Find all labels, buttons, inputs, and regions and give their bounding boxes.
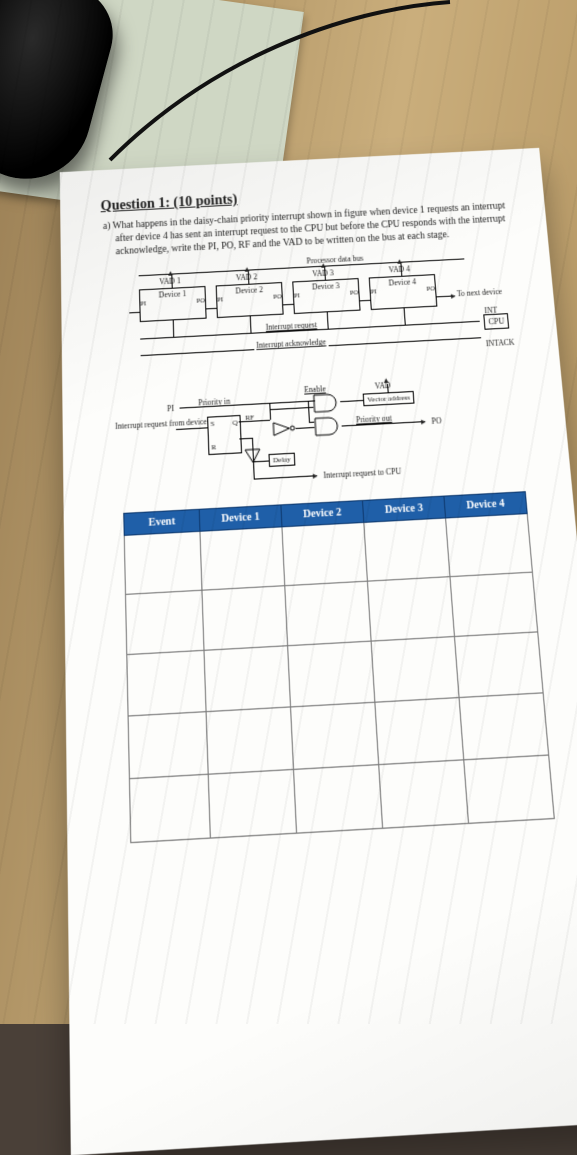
device2-label: Device 2 <box>217 285 282 297</box>
header-device4: Device 4 <box>444 492 527 518</box>
int-ack-label: Interrupt acknowledge <box>254 337 328 350</box>
int-req-label: Interrupt request <box>263 320 319 332</box>
delay-box: Delay <box>268 453 295 467</box>
device1-label: Device 1 <box>140 289 205 301</box>
vad3-label: VAD 3 <box>312 269 334 279</box>
table-row <box>124 514 532 595</box>
exam-sheet: Question 1: (10 points) a) What happens … <box>60 148 577 1155</box>
pi-pin: PI <box>140 301 146 308</box>
irq-cpu-label: Interrupt request to CPU <box>323 467 402 481</box>
table-row <box>127 632 543 716</box>
question-text: a) What happens in the daisy-chain prior… <box>115 200 519 259</box>
device4-box: Device 4 PI PO <box>369 275 438 311</box>
device2-box: Device 2 PI PO <box>216 282 284 318</box>
open-collector-gate <box>244 448 261 464</box>
priority-in-label: Priority in <box>198 397 230 408</box>
pi-label: PI <box>167 404 174 414</box>
po-label: PO <box>431 416 442 426</box>
rf-label: RF <box>245 414 254 423</box>
inverter-gate <box>272 421 296 437</box>
question-heading: Question 1: (10 points) <box>100 178 515 215</box>
computer-mouse <box>0 0 124 193</box>
header-device2: Device 2 <box>281 501 364 527</box>
logic-diagram: PI Priority in Interrupt request from de… <box>167 383 498 502</box>
vad4-label: VAD 4 <box>388 265 410 275</box>
green-paper <box>0 0 304 230</box>
vad-label: VAD <box>374 381 391 391</box>
and-gate-enable <box>313 393 341 413</box>
cpu-box: CPU <box>484 314 509 331</box>
table-row <box>129 756 554 844</box>
vad1-label: VAD 1 <box>159 277 181 287</box>
po-pin: PO <box>196 298 205 306</box>
int-label: INT <box>484 306 498 316</box>
priority-out-label: Priority out <box>356 414 393 425</box>
header-event: Event <box>124 510 200 536</box>
vector-address-box: Vector address <box>363 391 415 406</box>
mouse-cable <box>90 0 470 170</box>
device4-label: Device 4 <box>370 277 435 289</box>
bus-label: Processor data bus <box>306 254 363 266</box>
device3-label: Device 3 <box>293 281 358 293</box>
answer-table: Event Device 1 Device 2 Device 3 Device … <box>123 492 555 844</box>
header-device1: Device 1 <box>199 505 282 531</box>
to-next-label: To next device <box>457 287 503 298</box>
desk-surface: Question 1: (10 points) a) What happens … <box>0 0 577 1024</box>
table-row <box>128 693 549 779</box>
flip-flop: S Q R RF <box>207 415 242 455</box>
enable-label: Enable <box>304 384 326 395</box>
daisy-chain-diagram: Processor data bus VAD 1 VAD 2 VAD 3 VAD… <box>128 249 504 391</box>
header-device3: Device 3 <box>362 497 445 523</box>
device1-box: Device 1 PI PO <box>139 286 207 322</box>
table-row <box>126 573 538 655</box>
table-header-row: Event Device 1 Device 2 Device 3 Device … <box>124 492 527 536</box>
vad2-label: VAD 2 <box>236 273 258 283</box>
int-req-from-label: Interrupt request from device <box>115 419 173 432</box>
device3-box: Device 3 PI PO <box>292 278 360 314</box>
intack-label: INTACK <box>486 338 515 349</box>
and-gate-po <box>314 416 342 437</box>
